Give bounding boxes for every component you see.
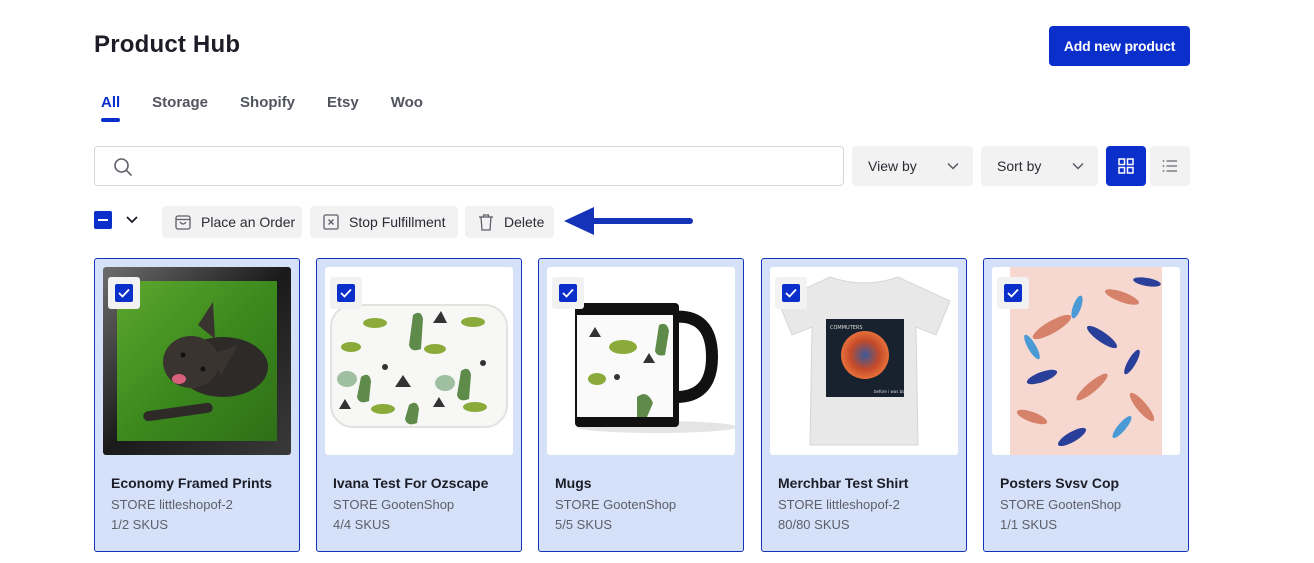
trash-icon [479,214,493,231]
tab-etsy[interactable]: Etsy [327,90,359,122]
search-box [94,146,844,186]
list-view-button[interactable] [1150,146,1190,186]
x-box-icon [323,214,339,230]
product-skus: 5/5 SKUS [555,517,613,532]
store-tabs: All Storage Shopify Etsy Woo [101,90,455,122]
tab-woo[interactable]: Woo [391,90,423,122]
sort-by-label: Sort by [997,158,1042,174]
product-store: STORE GootenShop [1000,497,1122,512]
checkbox-wrapper [108,277,140,309]
product-name: Posters Svsv Cop [1000,475,1120,491]
product-skus: 4/4 SKUS [333,517,391,532]
chevron-down-icon [1072,163,1084,170]
checkbox-wrapper [775,277,807,309]
product-checkbox[interactable] [337,284,355,302]
tab-shopify[interactable]: Shopify [240,90,295,122]
checkmark-icon [562,288,574,298]
product-checkbox[interactable] [782,284,800,302]
product-name: Ivana Test For Ozscape [333,475,489,491]
product-skus: 1/1 SKUS [1000,517,1058,532]
checkbox-wrapper [330,277,362,309]
product-name: Merchbar Test Shirt [778,475,909,491]
chevron-down-icon[interactable] [125,214,139,226]
product-checkbox[interactable] [559,284,577,302]
product-card[interactable]: Ivana Test For Ozscape STORE GootenShop … [316,258,522,552]
product-checkbox[interactable] [115,284,133,302]
place-order-label: Place an Order [201,214,296,230]
add-new-product-button[interactable]: Add new product [1049,26,1190,66]
checkmark-icon [1007,288,1019,298]
stop-fulfillment-button[interactable]: Stop Fulfillment [310,206,458,238]
select-all-checkbox[interactable] [94,211,112,229]
product-skus: 1/2 SKUS [111,517,169,532]
checkmark-icon [340,288,352,298]
search-icon [114,158,132,176]
shopping-bag-icon [175,215,191,230]
product-card[interactable]: Economy Framed Prints STORE littleshopof… [94,258,300,552]
tab-storage[interactable]: Storage [152,90,208,122]
delete-button[interactable]: Delete [465,206,554,238]
checkmark-icon [785,288,797,298]
shirt-print-caption: before i was born [874,389,909,394]
product-name: Economy Framed Prints [111,475,273,491]
shirt-print-text: COMMUTERS [830,325,863,331]
product-checkbox[interactable] [1004,284,1022,302]
sort-by-dropdown[interactable]: Sort by [981,146,1098,186]
checkbox-wrapper [552,277,584,309]
tab-all[interactable]: All [101,90,121,122]
view-by-dropdown[interactable]: View by [852,146,973,186]
product-card[interactable]: Posters Svsv Cop STORE GootenShop 1/1 SK… [983,258,1189,552]
product-store: STORE GootenShop [333,497,455,512]
checkmark-icon [118,288,130,298]
product-store: STORE littleshopof-2 [778,497,900,512]
annotation-arrow-icon [564,207,693,235]
checkbox-wrapper [997,277,1029,309]
product-store: STORE littleshopof-2 [111,497,233,512]
grid-view-button[interactable] [1106,146,1146,186]
list-icon [1162,160,1177,172]
delete-label: Delete [504,214,545,230]
product-card[interactable]: COMMUTERS before i was born Merchbar Tes… [761,258,967,552]
grid-icon [1118,158,1134,174]
product-skus: 80/80 SKUS [778,517,850,532]
product-name: Mugs [555,475,592,491]
product-card[interactable]: Mugs STORE GootenShop 5/5 SKUS [538,258,744,552]
stop-fulfillment-label: Stop Fulfillment [349,214,446,230]
chevron-down-icon [947,163,959,170]
product-store: STORE GootenShop [555,497,677,512]
place-order-button[interactable]: Place an Order [162,206,302,238]
view-by-label: View by [868,158,917,174]
search-input[interactable] [145,147,835,185]
page-title: Product Hub [94,31,241,58]
